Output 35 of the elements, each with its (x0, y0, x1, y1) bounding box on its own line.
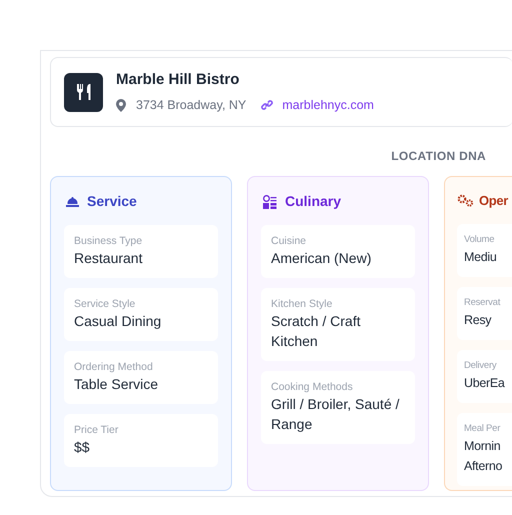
field-label: Cuisine (271, 234, 308, 248)
field-value: Restaurant (74, 249, 144, 268)
website-link[interactable]: marblehnyc.com (282, 96, 374, 115)
field-label: Kitchen Style (271, 297, 334, 311)
field-label: Price Tier (74, 423, 120, 437)
link-icon (261, 100, 274, 110)
field-label: Volume (464, 232, 496, 246)
field-label: Service Style (74, 297, 136, 311)
field-label: Business Type (74, 234, 144, 248)
field-value: Casual Dining (74, 312, 162, 331)
field-label: Delivery (464, 358, 498, 372)
field-value: Scratch / Craft Kitchen (271, 312, 362, 351)
chef-list-icon (263, 194, 277, 208)
field-label: Ordering Method (74, 360, 154, 374)
address-text: 3734 Broadway, NY (136, 96, 246, 114)
gears-icon (457, 194, 474, 208)
field-label: Meal Per (464, 422, 502, 436)
category-title: Oper (479, 192, 508, 210)
field-value: Mornin Afterno (464, 438, 504, 474)
restaurant-icon (64, 72, 103, 112)
field-value: Table Service (74, 375, 160, 394)
section-heading: LOCATION DNA (391, 148, 486, 165)
category-title: Service (87, 192, 137, 211)
field-value: American (New) (271, 249, 372, 268)
field-label: Reservat (464, 296, 502, 310)
field-value: Grill / Broiler, Sauté / Range (271, 395, 400, 434)
field-value: $$ (74, 438, 91, 457)
field-value: Resy (464, 312, 492, 329)
field-value: UberEa (464, 374, 506, 392)
service-bell-icon (66, 196, 79, 206)
location-pin-icon (116, 98, 126, 112)
field-label: Cooking Methods (271, 380, 354, 394)
business-name: Marble Hill Bistro (116, 70, 240, 90)
field-value: Mediu (464, 248, 498, 266)
category-title: Culinary (285, 192, 342, 211)
